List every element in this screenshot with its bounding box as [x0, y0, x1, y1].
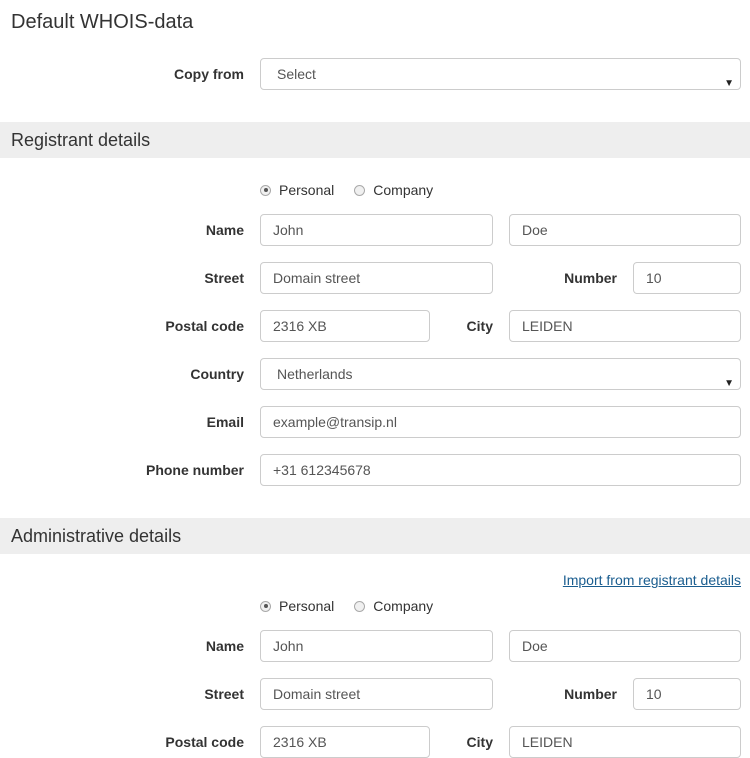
radio-label: Personal	[279, 182, 335, 198]
registrant-postal-code-input[interactable]	[260, 310, 430, 342]
registrant-phone-label: Phone number	[145, 462, 244, 478]
registrant-number-input[interactable]	[633, 262, 741, 294]
administrative-city-input[interactable]	[509, 726, 741, 758]
radio-checked-icon[interactable]	[260, 184, 271, 196]
administrative-number-label: Number	[564, 686, 617, 702]
registrant-email-input[interactable]	[260, 406, 741, 438]
registrant-number-label: Number	[564, 270, 617, 286]
administrative-postal-code-label: Postal code	[165, 734, 244, 750]
registrant-country-label: Country	[190, 366, 244, 382]
radio-label: Company	[373, 598, 434, 614]
administrative-street-label: Street	[204, 686, 244, 702]
radio-unchecked-icon[interactable]	[354, 600, 366, 612]
radio-label: Personal	[279, 598, 335, 614]
administrative-last-name-input[interactable]	[509, 630, 741, 662]
registrant-city-label: City	[466, 318, 493, 334]
radio-label: Company	[373, 182, 434, 198]
registrant-type-radio-group: Personal Company	[260, 180, 453, 200]
registrant-city-input[interactable]	[509, 310, 741, 342]
chevron-down-icon: ▼	[724, 78, 734, 89]
administrative-city-label: City	[466, 734, 493, 750]
registrant-country-select[interactable]: Netherlands ▼	[260, 358, 741, 390]
administrative-postal-code-input[interactable]	[260, 726, 430, 758]
registrant-email-label: Email	[206, 414, 244, 430]
registrant-radio-personal[interactable]: Personal	[260, 182, 334, 198]
page-title: Default WHOIS-data	[11, 11, 194, 33]
administrative-radio-company[interactable]: Company	[354, 598, 433, 614]
administrative-first-name-input[interactable]	[260, 630, 493, 662]
registrant-street-input[interactable]	[260, 262, 493, 294]
administrative-type-radio-group: Personal Company	[260, 596, 453, 616]
registrant-last-name-input[interactable]	[509, 214, 741, 246]
copy-from-label: Copy from	[174, 66, 244, 82]
administrative-section-header: Administrative details	[0, 518, 750, 554]
registrant-phone-input[interactable]	[260, 454, 741, 486]
copy-from-select[interactable]: Select ▼	[260, 58, 741, 90]
administrative-name-label: Name	[205, 638, 244, 654]
copy-from-value: Select	[277, 66, 316, 82]
registrant-street-label: Street	[204, 270, 244, 286]
administrative-number-input[interactable]	[633, 678, 741, 710]
registrant-country-value: Netherlands	[277, 366, 353, 382]
registrant-name-label: Name	[205, 222, 244, 238]
radio-checked-icon[interactable]	[260, 600, 271, 612]
registrant-first-name-input[interactable]	[260, 214, 493, 246]
radio-unchecked-icon[interactable]	[354, 184, 366, 196]
chevron-down-icon: ▼	[724, 378, 734, 389]
administrative-radio-personal[interactable]: Personal	[260, 598, 334, 614]
administrative-street-input[interactable]	[260, 678, 493, 710]
administrative-section-title: Administrative details	[11, 526, 182, 546]
registrant-postal-code-label: Postal code	[165, 318, 244, 334]
import-from-registrant-link[interactable]: Import from registrant details	[563, 572, 741, 588]
registrant-radio-company[interactable]: Company	[354, 182, 433, 198]
registrant-section-title: Registrant details	[11, 130, 151, 150]
registrant-section-header: Registrant details	[0, 122, 750, 158]
